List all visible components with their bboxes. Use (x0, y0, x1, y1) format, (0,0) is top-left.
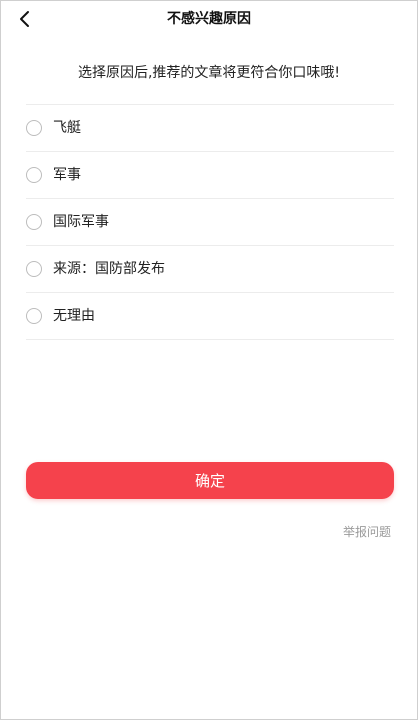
reason-options-list: 飞艇 军事 国际军事 来源：国防部发布 无理由 (26, 104, 394, 340)
radio-button[interactable] (26, 261, 42, 277)
reason-option-label: 无理由 (53, 308, 95, 324)
reason-option-no-reason[interactable]: 无理由 (26, 293, 394, 340)
reason-option-label: 军事 (53, 167, 81, 183)
reason-option-label: 飞艇 (53, 120, 81, 136)
radio-button[interactable] (26, 214, 42, 230)
reason-option-source[interactable]: 来源：国防部发布 (26, 246, 394, 293)
app-frame: 不感兴趣原因 选择原因后,推荐的文章将更符合你口味哦! 飞艇 军事 国际军事 来… (0, 0, 418, 720)
radio-button[interactable] (26, 167, 42, 183)
radio-button[interactable] (26, 308, 42, 324)
confirm-button[interactable]: 确定 (26, 462, 394, 499)
reason-option-military[interactable]: 军事 (26, 152, 394, 199)
reason-option-label: 国际军事 (53, 214, 109, 230)
page-title: 不感兴趣原因 (167, 11, 251, 27)
reason-option-airship[interactable]: 飞艇 (26, 105, 394, 152)
radio-button[interactable] (26, 120, 42, 136)
subtitle-text: 选择原因后,推荐的文章将更符合你口味哦! (77, 65, 341, 81)
reason-option-international-military[interactable]: 国际军事 (26, 199, 394, 246)
header-bar: 不感兴趣原因 (1, 1, 417, 37)
reason-option-label: 来源：国防部发布 (53, 261, 165, 277)
report-problem-link[interactable]: 举报问题 (343, 524, 391, 540)
